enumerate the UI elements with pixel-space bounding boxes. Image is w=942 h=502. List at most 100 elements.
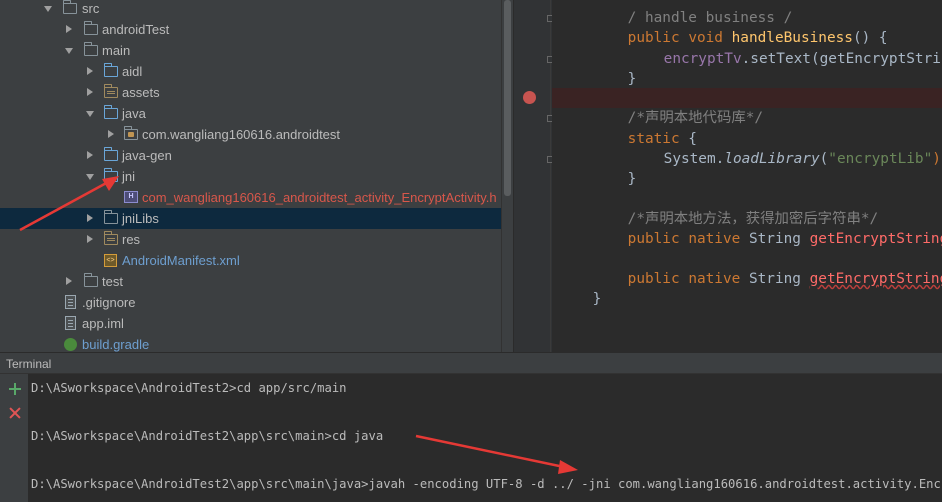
resource-folder-icon <box>104 231 118 245</box>
code-line: /*声明本地方法，获得加密后字符串*/ <box>593 189 879 227</box>
code-editor[interactable]: / handle business / public void handleBu… <box>552 0 942 352</box>
tree-item-label: res <box>122 232 141 247</box>
module-file-icon <box>65 316 76 330</box>
chevron-down-icon[interactable] <box>85 166 95 187</box>
tree-item-gitignore[interactable]: .gitignore <box>0 292 501 313</box>
tree-item-jni[interactable]: jni <box>0 166 501 187</box>
close-session-icon[interactable] <box>8 406 22 420</box>
chevron-right-icon[interactable] <box>64 19 74 40</box>
tree-item-java-gen[interactable]: java-gen <box>0 145 501 166</box>
editor-gutter[interactable] <box>514 0 554 352</box>
chevron-right-icon[interactable] <box>64 271 74 292</box>
tree-item-label: app.iml <box>82 316 124 331</box>
tree-item-src[interactable]: src <box>0 0 501 19</box>
tree-item-res[interactable]: res <box>0 229 501 250</box>
chevron-right-icon[interactable] <box>106 124 116 145</box>
code-line: } <box>558 269 602 307</box>
chevron-down-icon[interactable] <box>64 40 74 61</box>
new-session-plus-icon[interactable] <box>8 382 22 396</box>
tree-item-jnilibs[interactable]: jniLibs <box>0 208 501 229</box>
tree-item-label: androidTest <box>102 22 170 37</box>
xml-file-icon: <> <box>104 254 117 267</box>
code-text: ); <box>932 151 942 167</box>
tree-item-java[interactable]: java <box>0 103 501 124</box>
tree-item-label: java <box>122 106 146 121</box>
tree-item-label: build.gradle <box>82 337 150 352</box>
chevron-down-icon[interactable] <box>85 103 95 124</box>
tree-item-test[interactable]: test <box>0 271 501 292</box>
source-folder-icon <box>104 105 118 119</box>
code-line: public native String getEncryptString2( <box>593 249 942 287</box>
tree-item-main[interactable]: main <box>0 40 501 61</box>
folder-icon <box>84 42 98 56</box>
gradle-icon <box>64 338 77 351</box>
tree-scrollbar-thumb[interactable] <box>504 0 511 196</box>
source-folder-icon <box>104 168 118 182</box>
resource-folder-icon <box>104 84 118 98</box>
code-static-method: loadLibrary <box>724 151 820 167</box>
folder-icon <box>63 0 77 14</box>
code-field: encryptTv <box>663 51 742 67</box>
chevron-right-icon[interactable] <box>85 82 95 103</box>
terminal-toolbar <box>0 374 28 502</box>
tree-item-androidtest[interactable]: androidTest <box>0 19 501 40</box>
code-keyword: public <box>627 271 680 287</box>
tree-item-label: AndroidManifest.xml <box>122 253 240 268</box>
terminal-output[interactable]: D:\ASworkspace\AndroidTest2>cd app/src/m… <box>28 374 942 502</box>
chevron-down-icon[interactable] <box>43 0 53 19</box>
code-line: public void handleBusiness() { <box>593 8 888 46</box>
tree-item-assets[interactable]: assets <box>0 82 501 103</box>
tree-item-aidl[interactable]: aidl <box>0 61 501 82</box>
terminal-header: Terminal <box>0 352 942 374</box>
chevron-right-icon[interactable] <box>85 208 95 229</box>
fold-line <box>550 0 551 352</box>
code-native-method-error: getEncryptString2 <box>809 271 942 287</box>
code-line-breakpoint: /*声明本地代码库*/ <box>552 88 942 126</box>
tree-item-header-file[interactable]: H com_wangliang160616_androidtest_activi… <box>0 187 501 208</box>
folder-icon <box>84 21 98 35</box>
text-file-icon <box>65 295 76 309</box>
terminal-line: D:\ASworkspace\AndroidTest2\app\src\main… <box>31 429 384 443</box>
tree-item-label: src <box>82 1 100 16</box>
source-folder-icon <box>104 147 118 161</box>
chevron-right-icon[interactable] <box>85 145 95 166</box>
tree-scrollbar[interactable] <box>501 0 513 352</box>
tree-item-label: assets <box>122 85 160 100</box>
code-line: public native String getEncryptString1( <box>593 209 942 247</box>
code-text: ( <box>819 151 829 167</box>
tree-item-label: aidl <box>122 64 143 79</box>
breakpoint-icon[interactable] <box>523 91 536 104</box>
code-text: } <box>592 291 602 307</box>
chevron-right-icon[interactable] <box>85 229 95 250</box>
tree-item-package[interactable]: com.wangliang160616.androidtest <box>0 124 501 145</box>
code-line: System.loadLibrary("encryptLib"); <box>629 129 942 167</box>
code-line: } <box>593 49 637 87</box>
project-tree: src androidTest main aidl assets java co… <box>0 0 501 352</box>
tree-item-app-iml[interactable]: app.iml <box>0 313 501 334</box>
tree-item-manifest[interactable]: <> AndroidManifest.xml <box>0 250 501 271</box>
tree-item-label: main <box>102 43 131 58</box>
code-text: .setText(getEncryptString1 <box>741 51 942 67</box>
code-text: } <box>627 71 637 87</box>
code-string: "encryptLib" <box>828 151 933 167</box>
chevron-right-icon[interactable] <box>85 61 95 82</box>
tree-item-label: jniLibs <box>122 211 159 226</box>
tree-item-label: .gitignore <box>82 295 136 310</box>
code-text: System. <box>663 151 725 167</box>
tree-item-build-gradle[interactable]: build.gradle <box>0 334 501 352</box>
code-keyword: public <box>627 231 680 247</box>
terminal-line: D:\ASworkspace\AndroidTest2\app\src\main… <box>31 477 942 491</box>
folder-icon <box>104 210 118 224</box>
code-keyword: native <box>688 231 741 247</box>
terminal-line: D:\ASworkspace\AndroidTest2>cd app/src/m… <box>31 381 347 395</box>
code-line: } <box>593 149 637 187</box>
code-native-method: getEncryptString1 <box>809 231 942 247</box>
code-text: } <box>627 171 637 187</box>
source-folder-icon <box>104 63 118 77</box>
code-line: static { <box>593 109 697 147</box>
terminal-title: Terminal <box>6 357 52 371</box>
code-type: String <box>748 231 801 247</box>
tree-item-label: java-gen <box>122 148 172 163</box>
tree-item-label: com.wangliang160616.androidtest <box>142 127 341 142</box>
tree-item-label: test <box>102 274 123 289</box>
